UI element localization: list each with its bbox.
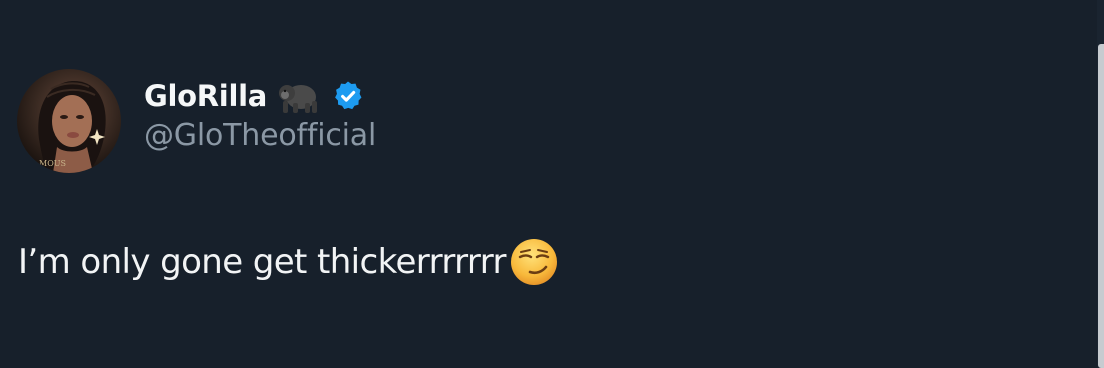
- avatar-portrait: MOUS: [38, 80, 106, 173]
- author-name-row[interactable]: GloRilla: [144, 74, 365, 118]
- scrollbar-track[interactable]: [1097, 0, 1104, 368]
- scrollbar-thumb[interactable]: [1098, 44, 1104, 368]
- tweet-card: MOUS GloRilla @GloTheofficial I’m only g…: [0, 0, 1096, 368]
- verified-badge-icon[interactable]: [331, 79, 365, 113]
- avatar-text: MOUS: [39, 159, 66, 168]
- tweet-text: I’m only gone get thickerrrrrrr: [18, 242, 506, 282]
- author-handle[interactable]: @GloTheofficial: [144, 118, 376, 153]
- smirking-face-emoji-icon: [508, 236, 560, 288]
- avatar[interactable]: MOUS: [17, 69, 121, 173]
- author-display-name[interactable]: GloRilla: [144, 79, 267, 113]
- tweet-body: I’m only gone get thickerrrrrrr: [18, 234, 560, 290]
- gorilla-emoji-icon: [275, 75, 319, 117]
